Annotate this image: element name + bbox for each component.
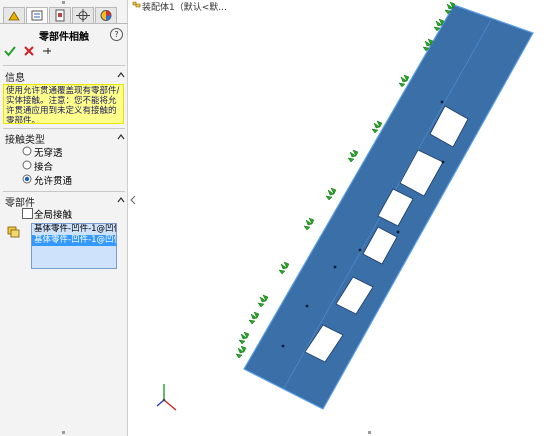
global-contact-label: 全局接触 <box>34 210 73 221</box>
page-title: 零部件相触 <box>39 32 89 43</box>
panel-grip-bottom[interactable] <box>62 431 65 434</box>
chevron-up-icon[interactable] <box>117 71 125 79</box>
components-selection-list[interactable]: 基体零件-凹件-1@凹件 基体零件-凹件-1@凹件 <box>31 223 117 269</box>
appearance-icon <box>100 10 112 21</box>
tabs-divider <box>0 23 128 24</box>
configuration-icon <box>55 9 65 22</box>
radio-label-allow-penetration: 允许贯通 <box>34 176 73 187</box>
fixture-icon <box>325 187 337 201</box>
help-icon[interactable]: ? <box>110 28 123 41</box>
fixture-icon <box>278 261 290 275</box>
radio-no-penetration[interactable] <box>22 146 32 156</box>
display-manager-tab[interactable] <box>95 7 117 23</box>
chevron-up-icon[interactable] <box>117 133 125 141</box>
graphics-viewport[interactable] <box>129 0 554 436</box>
plate-model[interactable] <box>243 4 534 410</box>
property-manager-panel: 零部件相触 ? 信息 使用允许贯通覆盖现有零部件/实体接触。注意：您不能将允许贯… <box>0 0 128 436</box>
info-message: 使用允许贯通覆盖现有零部件/实体接触。注意：您不能将允许贯通应用到未定义有接触的… <box>3 84 124 124</box>
cancel-button[interactable] <box>23 45 35 57</box>
property-manager-icon <box>31 10 43 21</box>
feature-tree-icon <box>8 11 20 21</box>
radio-bonded[interactable] <box>22 160 32 170</box>
radio-allow-penetration[interactable] <box>22 174 32 184</box>
panel-grip-top[interactable] <box>62 1 65 4</box>
section-divider <box>3 65 125 66</box>
ok-button[interactable] <box>4 45 16 57</box>
info-section-title: 信息 <box>5 73 25 84</box>
pin-icon[interactable] <box>42 46 52 56</box>
section-divider <box>3 191 125 192</box>
radio-label-no-penetration: 无穿透 <box>34 148 63 159</box>
configuration-manager-tab[interactable] <box>49 7 71 23</box>
fixture-icon <box>303 217 315 231</box>
fixture-icon <box>235 345 247 359</box>
fixture-icon <box>238 331 250 345</box>
component-select-icon <box>7 226 20 238</box>
coordinate-triad <box>156 384 177 411</box>
chevron-up-icon[interactable] <box>117 196 125 204</box>
z-axis-icon <box>156 399 165 407</box>
property-manager-tab[interactable] <box>26 7 48 23</box>
list-item-selected[interactable]: 基体零件-凹件-1@凹件 <box>32 235 116 246</box>
components-section-title: 零部件 <box>5 198 35 209</box>
viewport-grip[interactable] <box>368 431 371 434</box>
global-contact-checkbox[interactable] <box>22 208 33 219</box>
manager-tabs <box>0 7 128 24</box>
feature-manager-tab[interactable] <box>3 7 25 23</box>
list-item[interactable]: 基体零件-凹件-1@凹件 <box>32 224 116 235</box>
fixture-icon <box>257 294 269 308</box>
radio-label-bonded: 接合 <box>34 162 54 173</box>
contact-type-section-title: 接触类型 <box>5 135 45 146</box>
crosshair-icon <box>76 9 90 22</box>
x-axis-icon <box>163 399 177 411</box>
fixture-icon <box>248 311 260 325</box>
fixture-icon <box>347 149 359 163</box>
dimxpert-tab[interactable] <box>72 7 94 23</box>
section-divider <box>3 128 125 129</box>
